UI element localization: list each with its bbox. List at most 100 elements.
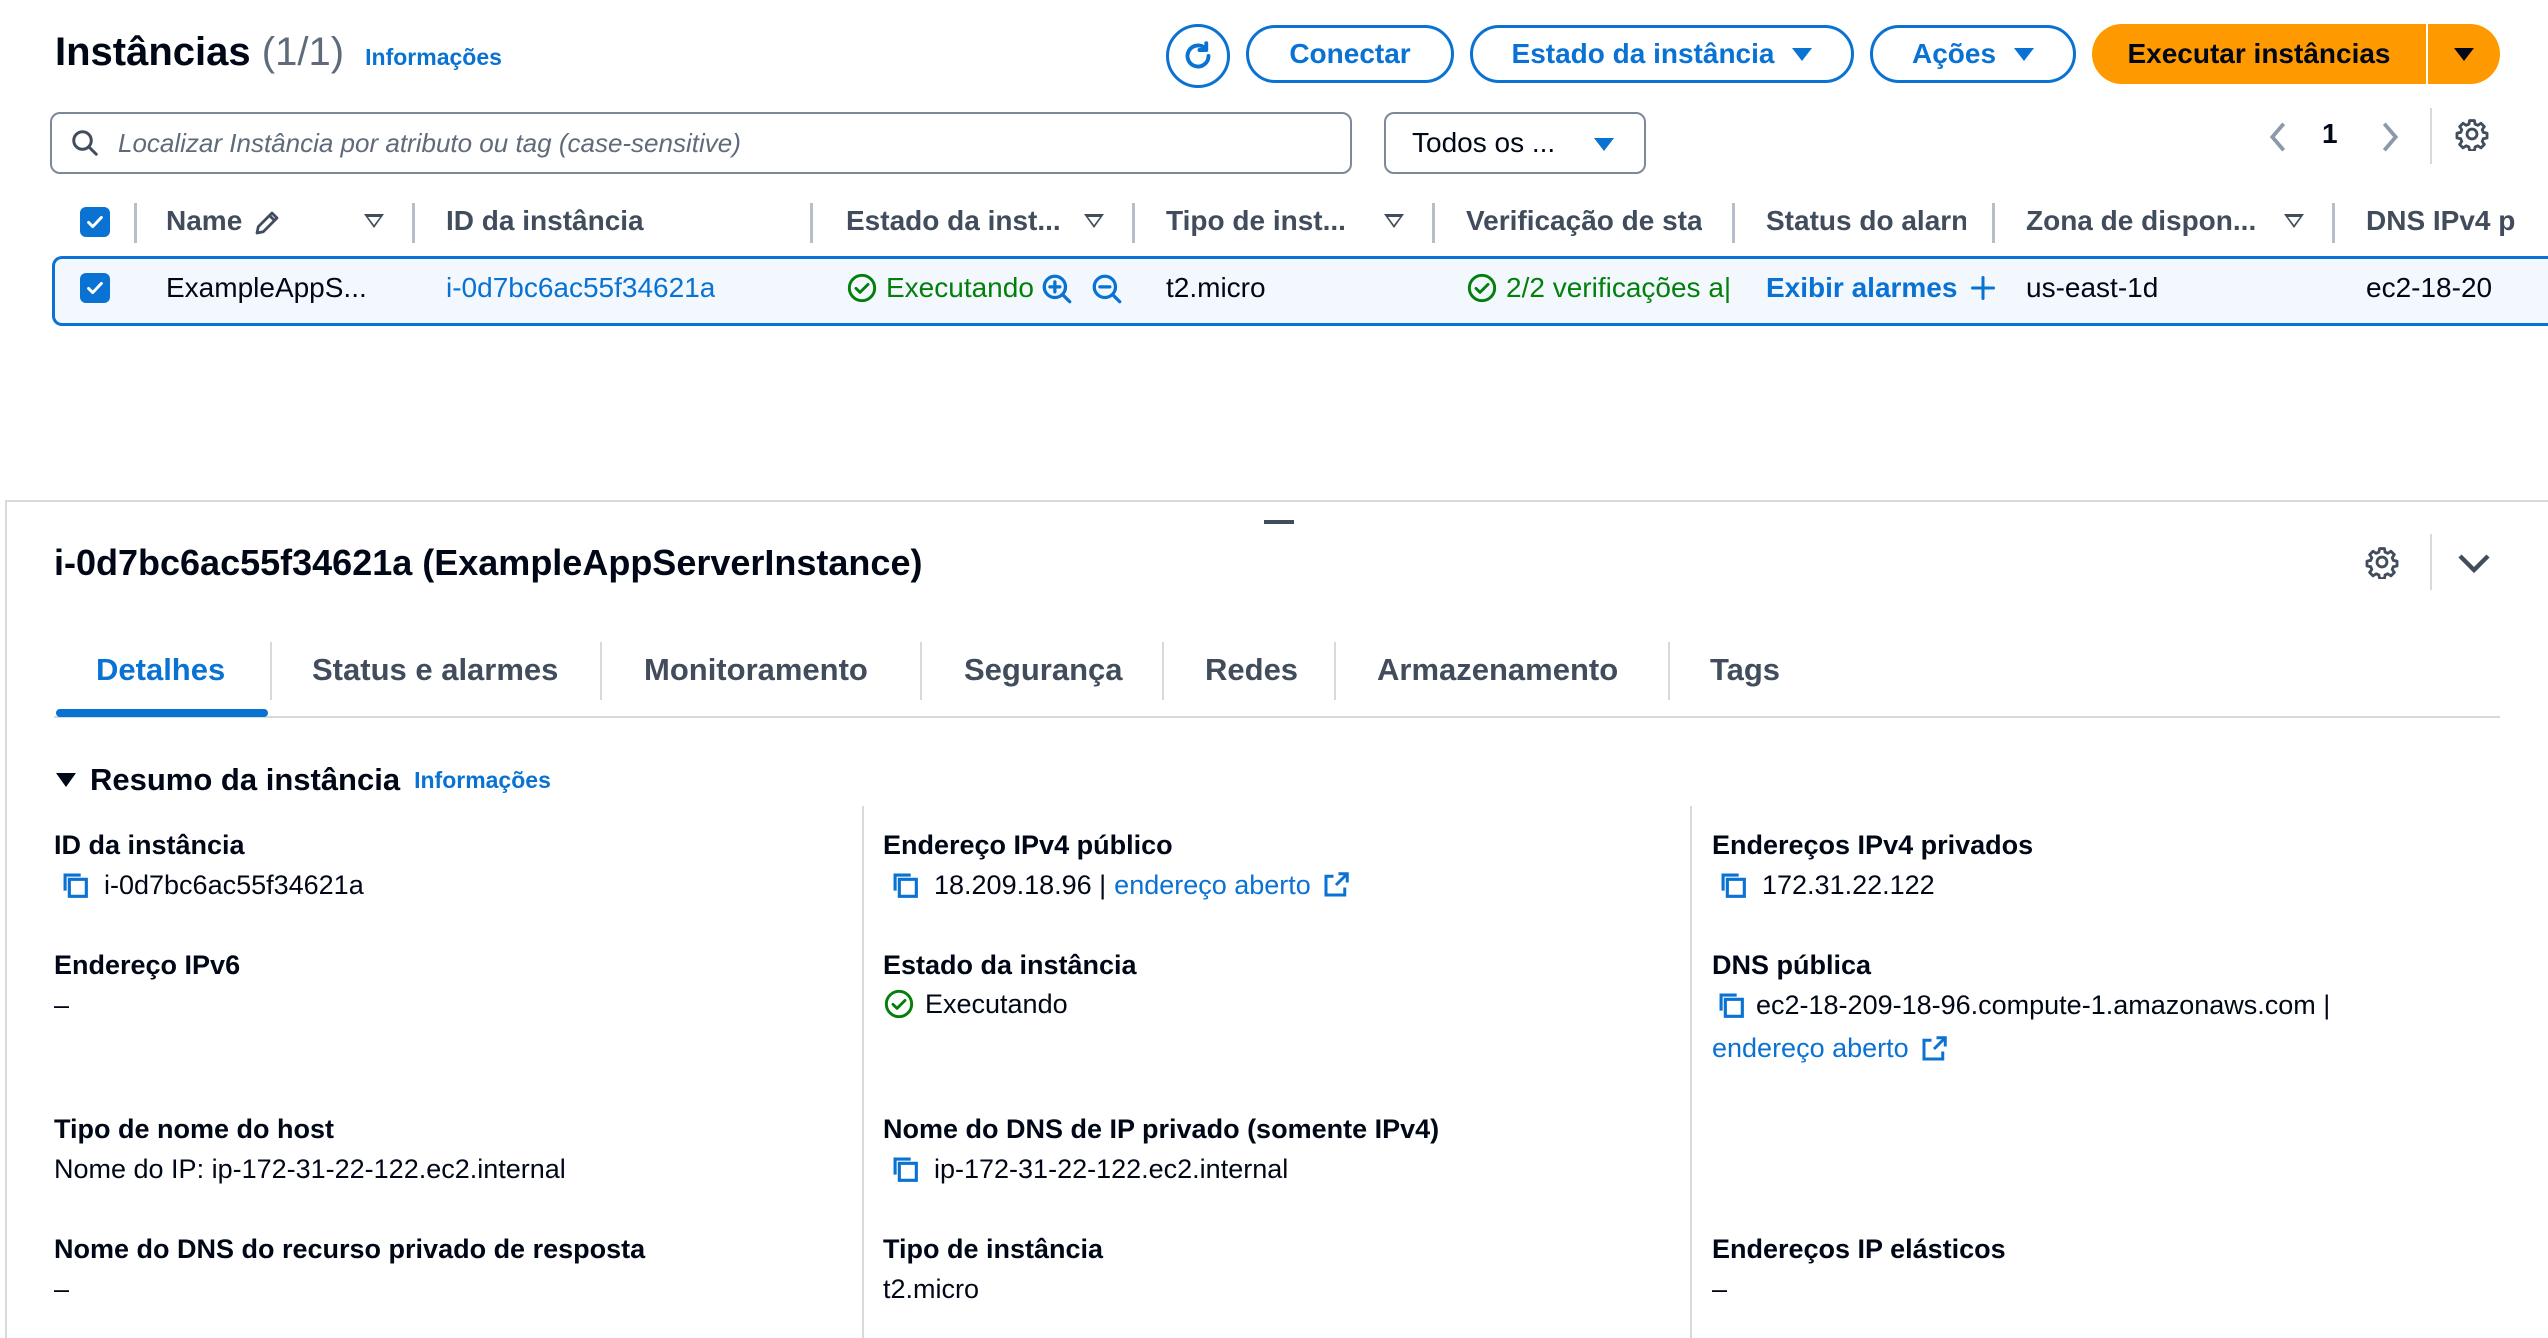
column-header-state[interactable]: Estado da inst... (846, 205, 1066, 237)
search-field[interactable] (50, 112, 1352, 174)
field-label: Endereços IP elásticos (1712, 1234, 2006, 1264)
tab-divider (1668, 642, 1670, 700)
field-public-dns: ec2-18-209-18-96.compute-1.amazonaws.com… (1714, 988, 2330, 1022)
check-icon (87, 215, 103, 229)
sort-icon[interactable] (2284, 214, 2304, 228)
open-address-link[interactable]: endereço aberto (1114, 870, 1351, 901)
detail-title: i-0d7bc6ac55f34621a (ExampleAppServerIns… (54, 542, 923, 583)
field-label: Endereços IPv4 privados (1712, 830, 2034, 860)
check-circle-icon (847, 273, 877, 303)
caret-down-icon (1594, 138, 1614, 151)
tab-details[interactable]: Detalhes (96, 652, 225, 688)
zoom-in-icon[interactable] (1040, 272, 1074, 306)
cell-type: t2.micro (1166, 272, 1266, 303)
field-label: DNS pública (1712, 950, 1872, 980)
column-header-alarm[interactable]: Status do alarn (1766, 205, 1966, 237)
field-ipv6: – (54, 990, 70, 1020)
sort-icon[interactable] (364, 214, 384, 228)
expand-caret-icon (56, 773, 76, 787)
gear-icon[interactable] (2455, 117, 2489, 151)
column-divider (862, 806, 864, 1338)
field-private-ipv4: 172.31.22.122 (1716, 868, 1935, 902)
field-label: ID da instância (54, 830, 245, 860)
row-checkbox[interactable] (80, 273, 110, 303)
instance-state-dropdown[interactable]: Estado da instância (1470, 25, 1854, 83)
page-number[interactable]: 1 (2322, 118, 2338, 150)
actions-dropdown[interactable]: Ações (1870, 25, 2076, 83)
tab-storage[interactable]: Armazenamento (1377, 652, 1618, 688)
info-link[interactable]: Informações (414, 767, 551, 794)
tab-divider (1162, 642, 1164, 700)
field-label: Nome do DNS de IP privado (somente IPv4) (883, 1114, 1440, 1144)
refresh-button[interactable] (1166, 24, 1230, 88)
copy-icon[interactable] (888, 1152, 922, 1186)
tab-tags[interactable]: Tags (1710, 652, 1780, 688)
cell-state: Executando (846, 272, 1034, 304)
field-public-ipv4: 18.209.18.96 | endereço aberto (888, 868, 1351, 902)
search-input[interactable] (116, 126, 1320, 160)
column-divider (134, 203, 137, 243)
column-header-type[interactable]: Tipo de inst... (1166, 205, 1366, 237)
copy-icon[interactable] (58, 868, 92, 902)
zoom-out-icon[interactable] (1090, 272, 1124, 306)
active-tab-indicator (56, 709, 268, 717)
open-address-link[interactable]: endereço aberto (1712, 1033, 1949, 1064)
section-header[interactable]: Resumo da instância Informações (56, 762, 551, 798)
pencil-icon (255, 211, 279, 235)
field-label: Estado da instância (883, 950, 1137, 980)
column-header-zone[interactable]: Zona de dispon... (2026, 205, 2258, 237)
tab-status-alarms[interactable]: Status e alarmes (312, 652, 558, 688)
check-icon (87, 281, 103, 295)
resize-handle[interactable] (1264, 520, 1294, 524)
plus-icon (1971, 275, 1996, 301)
info-link[interactable]: Informações (365, 44, 502, 70)
copy-icon[interactable] (1714, 988, 1748, 1022)
cell-zone: us-east-1d (2026, 272, 2159, 303)
field-label: Tipo de instância (883, 1234, 1104, 1264)
caret-down-icon (2454, 47, 2474, 61)
gear-icon[interactable] (2365, 545, 2399, 579)
launch-options-dropdown[interactable] (2428, 24, 2500, 84)
field-label: Nome do DNS do recurso privado de respos… (54, 1234, 646, 1264)
connect-button[interactable]: Conectar (1246, 25, 1454, 83)
field-instance-id: i-0d7bc6ac55f34621a (58, 868, 364, 902)
field-hostname-type: Nome do IP: ip-172-31-22-122.ec2.interna… (54, 1154, 566, 1184)
column-header-dns[interactable]: DNS IPv4 p (2366, 205, 2548, 237)
section-title: Resumo da instância (90, 762, 401, 797)
left-border (5, 500, 7, 1338)
field-label: Endereço IPv4 público (883, 830, 1173, 860)
tab-security[interactable]: Segurança (964, 652, 1123, 688)
field-private-dns-resource: – (54, 1274, 70, 1304)
table-row[interactable] (52, 256, 2548, 326)
copy-icon[interactable] (888, 868, 922, 902)
cell-name: ExampleAppS... (166, 272, 367, 303)
copy-icon[interactable] (1716, 868, 1750, 902)
sort-icon[interactable] (1384, 214, 1404, 228)
column-divider (1132, 203, 1135, 243)
tab-divider (920, 642, 922, 700)
divider (2430, 108, 2432, 164)
column-header-status-check[interactable]: Verificação de stat (1466, 205, 1702, 237)
column-divider (810, 203, 813, 243)
check-circle-icon (1467, 273, 1497, 303)
sort-icon[interactable] (1084, 214, 1104, 228)
divider (2430, 534, 2432, 590)
tab-divider (270, 642, 272, 700)
launch-instances-button[interactable]: Executar instâncias (2092, 24, 2426, 84)
instance-count: (1/1) (261, 30, 345, 74)
column-header-instance-id[interactable]: ID da instância (446, 205, 806, 237)
filter-select[interactable]: Todos os ... (1384, 112, 1646, 174)
select-all-checkbox[interactable] (80, 207, 110, 237)
view-alarms-link[interactable]: Exibir alarmes (1766, 272, 1997, 304)
cell-instance-id-link[interactable]: i-0d7bc6ac55f34621a (446, 272, 715, 304)
chevron-down-icon[interactable] (2456, 550, 2492, 574)
chevron-left-icon[interactable] (2266, 120, 2290, 154)
chevron-right-icon[interactable] (2378, 120, 2402, 154)
field-state: Executando (883, 988, 1068, 1020)
tab-monitoring[interactable]: Monitoramento (644, 652, 868, 688)
tab-networking[interactable]: Redes (1205, 652, 1298, 688)
external-link-icon (1922, 1035, 1947, 1060)
column-header-name[interactable]: Name (166, 205, 242, 237)
column-divider (1690, 806, 1692, 1338)
field-instance-type: t2.micro (883, 1274, 980, 1304)
